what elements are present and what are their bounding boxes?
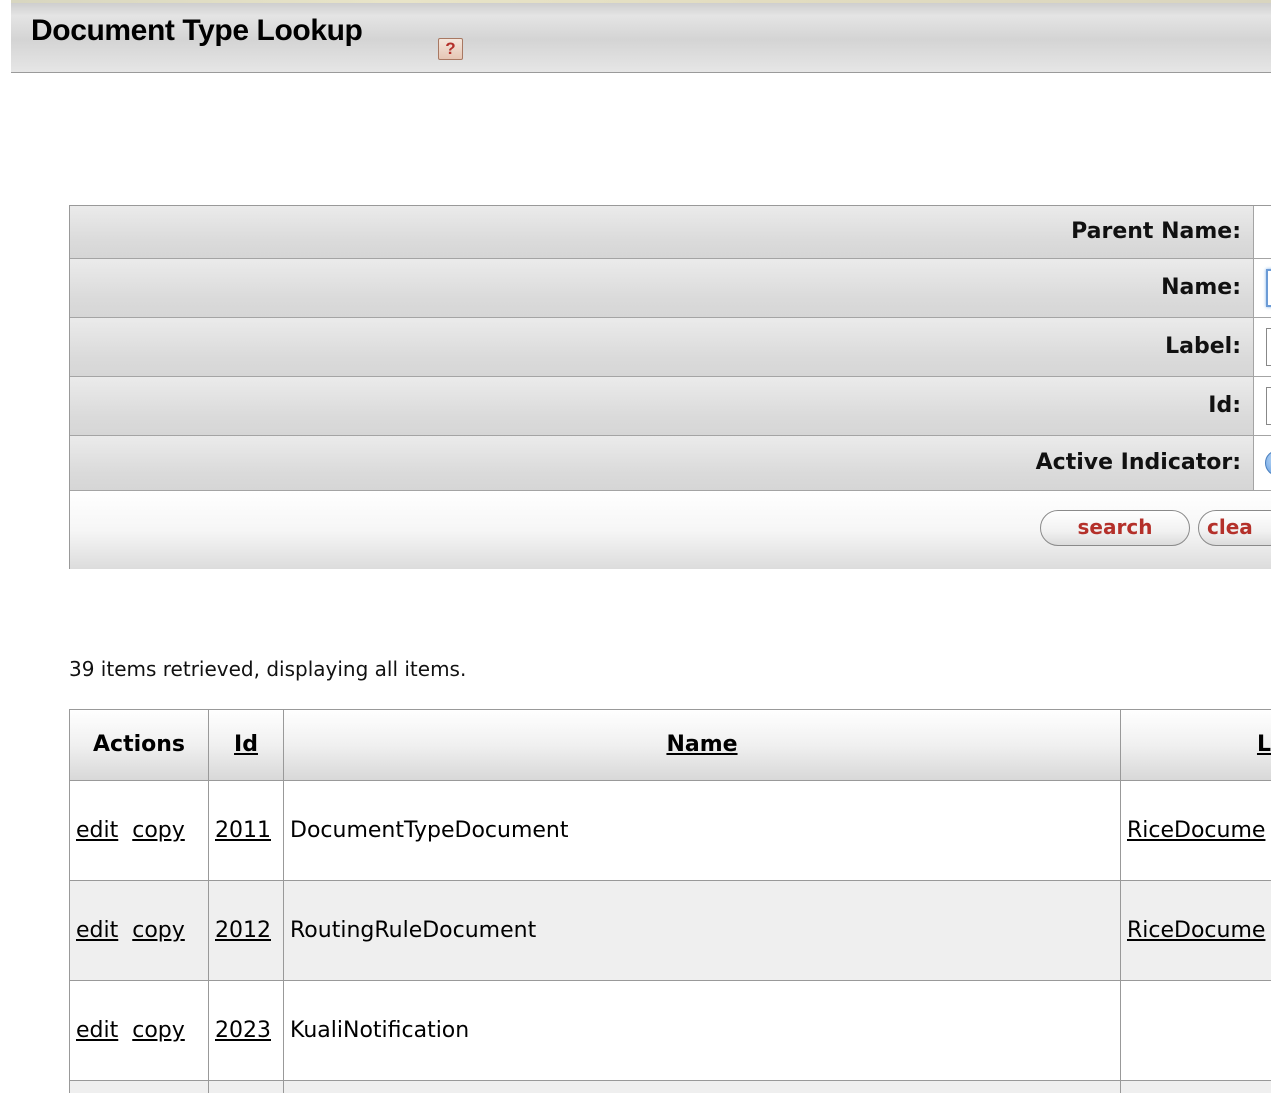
id-cell (209, 1081, 284, 1093)
help-icon[interactable]: ? (438, 38, 463, 60)
clear-button[interactable]: clea (1198, 510, 1271, 546)
edit-link[interactable]: edit (76, 918, 118, 943)
parent-cell: RiceDocume (1121, 781, 1271, 881)
search-criteria-form: Parent Name: Name: Label: Id: Active Ind… (69, 205, 1271, 569)
copy-link[interactable]: copy (132, 1018, 185, 1043)
id-cell: 2023 (209, 981, 284, 1081)
id-input[interactable] (1266, 387, 1271, 425)
name-cell: KualiNotification (284, 981, 1121, 1081)
parent-name-row: Parent Name: (70, 206, 1271, 259)
parent-link[interactable]: RiceDocume (1127, 818, 1265, 843)
actions-cell: edit copy (70, 981, 209, 1081)
column-header-parent[interactable]: L (1121, 710, 1271, 781)
search-button[interactable]: search (1040, 510, 1190, 546)
id-link[interactable]: 2011 (215, 818, 271, 843)
parent-cell (1121, 1081, 1271, 1093)
active-indicator-row: Active Indicator: (70, 436, 1271, 491)
active-indicator-radio[interactable] (1265, 450, 1271, 476)
name-cell (284, 1081, 1121, 1093)
column-header-id[interactable]: Id (209, 710, 284, 781)
column-header-parent-link[interactable]: L (1257, 732, 1271, 757)
actions-cell: edit copy (70, 781, 209, 881)
column-header-name[interactable]: Name (284, 710, 1121, 781)
name-label: Name: (70, 259, 1254, 317)
id-link[interactable]: 2012 (215, 918, 271, 943)
column-header-name-link[interactable]: Name (666, 732, 737, 757)
page-title: Document Type Lookup (31, 14, 363, 47)
actions-cell: edit copy (70, 881, 209, 981)
search-buttons-row: search clea (70, 491, 1271, 569)
edit-link[interactable]: edit (76, 818, 118, 843)
edit-link[interactable]: edit (76, 1018, 118, 1043)
parent-link[interactable]: RiceDocume (1127, 918, 1265, 943)
parent-name-label: Parent Name: (70, 206, 1254, 258)
id-link[interactable]: 2023 (215, 1018, 271, 1043)
id-row: Id: (70, 377, 1271, 436)
page-header: Document Type Lookup ? (11, 0, 1271, 73)
results-table: Actions Id Name L edit copy 2011 Documen… (69, 709, 1271, 1093)
copy-link[interactable]: copy (132, 818, 185, 843)
label-row: Label: (70, 318, 1271, 377)
actions-cell (70, 1081, 209, 1093)
column-header-actions: Actions (70, 710, 209, 781)
copy-link[interactable]: copy (132, 918, 185, 943)
column-header-id-link[interactable]: Id (234, 732, 258, 757)
active-indicator-label: Active Indicator: (70, 436, 1254, 490)
name-cell: RoutingRuleDocument (284, 881, 1121, 981)
results-count-text: 39 items retrieved, displaying all items… (69, 657, 467, 681)
label-input[interactable] (1266, 328, 1271, 366)
id-cell: 2011 (209, 781, 284, 881)
id-cell: 2012 (209, 881, 284, 981)
label-label: Label: (70, 318, 1254, 376)
name-row: Name: (70, 259, 1271, 318)
id-label: Id: (70, 377, 1254, 435)
parent-cell (1121, 981, 1271, 1081)
name-input[interactable] (1266, 269, 1271, 307)
parent-cell: RiceDocume (1121, 881, 1271, 981)
name-cell: DocumentTypeDocument (284, 781, 1121, 881)
